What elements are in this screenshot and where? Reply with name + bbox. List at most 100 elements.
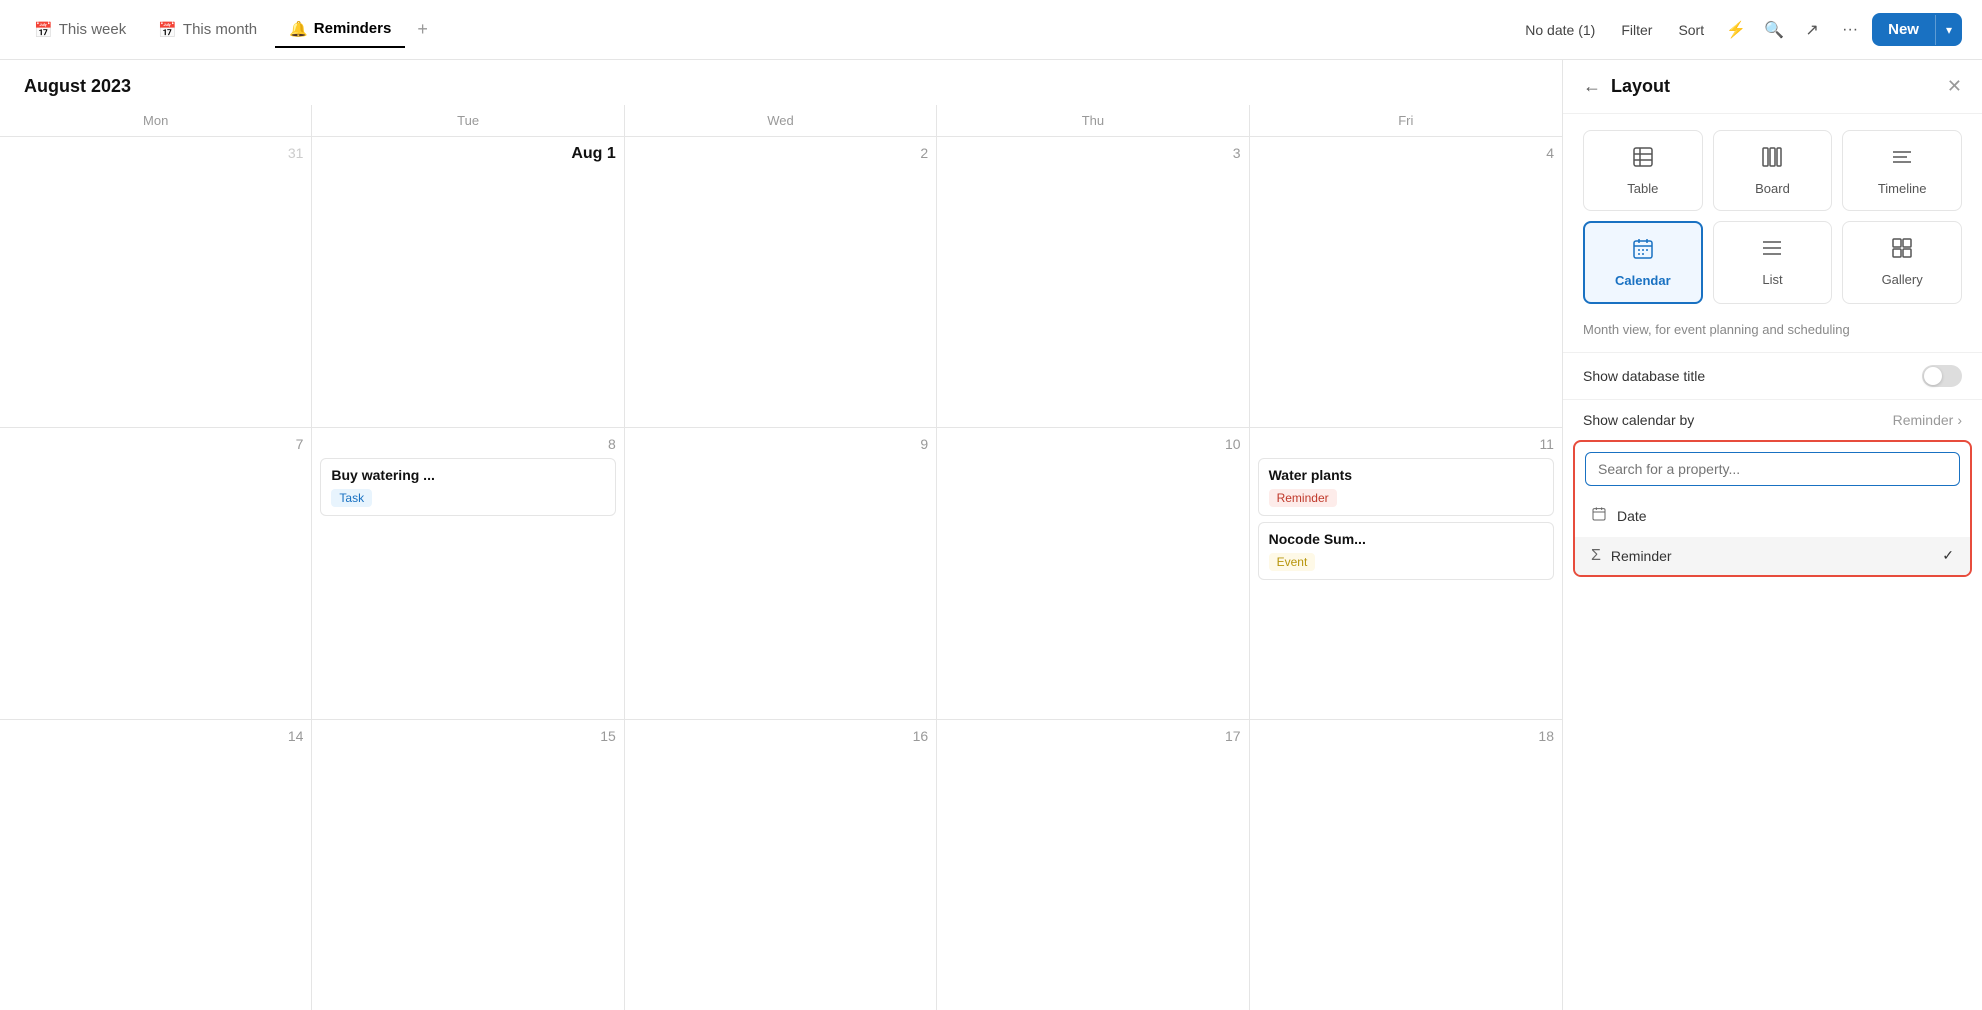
sort-button[interactable]: Sort	[1668, 16, 1714, 44]
layout-option-list[interactable]: List	[1713, 221, 1833, 304]
cell-date: 10	[945, 436, 1240, 452]
cell-date: 15	[320, 728, 615, 744]
tab-this-month[interactable]: 📅 This month	[144, 13, 271, 47]
filter-button[interactable]: Filter	[1611, 16, 1662, 44]
show-db-title-toggle[interactable]	[1922, 365, 1962, 387]
day-header-fri: Fri	[1250, 105, 1562, 136]
cell-date: 16	[633, 728, 928, 744]
reminders-icon: 🔔	[289, 20, 308, 38]
event-card-nocode-sum[interactable]: Nocode Sum... Event	[1258, 522, 1554, 580]
timeline-label: Timeline	[1878, 181, 1927, 196]
calendar-main: August 2023 Mon Tue Wed Thu Fri 31 Aug 1	[0, 60, 1562, 1010]
layout-panel: ← Layout ✕ Table Board	[1562, 60, 1982, 1010]
tab-reminders[interactable]: 🔔 Reminders	[275, 12, 405, 48]
layout-option-timeline[interactable]: Timeline	[1842, 130, 1962, 211]
flash-icon: ⚡	[1726, 20, 1746, 40]
layout-option-board[interactable]: Board	[1713, 130, 1833, 211]
calendar-cell-2[interactable]: 2	[625, 137, 937, 427]
calendar-row-1: 31 Aug 1 2 3 4	[0, 137, 1562, 428]
day-header-mon: Mon	[0, 105, 312, 136]
top-bar: 📅 This week 📅 This month 🔔 Reminders + N…	[0, 0, 1982, 60]
new-button-arrow[interactable]: ▾	[1935, 15, 1962, 45]
filter-label: Filter	[1621, 22, 1652, 38]
calendar-header: August 2023	[0, 60, 1562, 105]
search-icon: 🔍	[1764, 20, 1784, 40]
calendar-cell-11[interactable]: 11 Water plants Reminder Nocode Sum... E…	[1250, 428, 1562, 718]
calendar-icon	[1631, 237, 1655, 267]
show-calendar-by-value[interactable]: Reminder ›	[1893, 412, 1962, 428]
event-tag: Reminder	[1269, 489, 1337, 507]
property-search-input[interactable]	[1585, 452, 1960, 486]
event-card-water-plants[interactable]: Water plants Reminder	[1258, 458, 1554, 516]
layout-option-table[interactable]: Table	[1583, 130, 1703, 211]
show-calendar-dropdown: Date Σ Reminder ✓	[1573, 440, 1972, 577]
calendar-cell-4[interactable]: 4	[1250, 137, 1562, 427]
layout-options-grid: Table Board Timeline Calendar	[1563, 114, 1982, 320]
add-tab-button[interactable]: +	[409, 15, 436, 44]
cell-date: 18	[1258, 728, 1554, 744]
event-tag: Event	[1269, 553, 1316, 571]
panel-header-left: ← Layout	[1583, 76, 1670, 97]
cell-date: 2	[633, 145, 928, 161]
calendar-month: August 2023	[24, 76, 131, 96]
list-label: List	[1762, 272, 1782, 287]
gallery-label: Gallery	[1882, 272, 1923, 287]
calendar-cell-18[interactable]: 18	[1250, 720, 1562, 1010]
chevron-right-icon: ›	[1957, 412, 1962, 428]
cell-date: 8	[320, 436, 615, 452]
event-card-buy-watering[interactable]: Buy watering ... Task	[320, 458, 615, 516]
no-date-button[interactable]: No date (1)	[1515, 16, 1605, 44]
show-calendar-by-row[interactable]: Show calendar by Reminder ›	[1563, 399, 1982, 440]
calendar-cell-aug1[interactable]: Aug 1	[312, 137, 624, 427]
cell-date: 7	[8, 436, 303, 452]
event-title: Buy watering ...	[331, 467, 604, 483]
arrow-button[interactable]: ↗	[1796, 14, 1828, 46]
tab-this-week[interactable]: 📅 This week	[20, 13, 140, 47]
cell-date: 11	[1258, 436, 1554, 452]
day-header-thu: Thu	[937, 105, 1249, 136]
calendar-cell-10[interactable]: 10	[937, 428, 1249, 718]
sigma-icon: Σ	[1591, 547, 1601, 565]
list-icon	[1760, 236, 1784, 266]
layout-option-gallery[interactable]: Gallery	[1842, 221, 1962, 304]
reminder-option-label: Reminder	[1611, 548, 1672, 564]
calendar-cell-7[interactable]: 7	[0, 428, 312, 718]
calendar-layout-label: Calendar	[1615, 273, 1671, 288]
new-button[interactable]: New ▾	[1872, 13, 1962, 46]
calendar-row-2: 7 8 Buy watering ... Task 9 10	[0, 428, 1562, 719]
this-month-label: This month	[183, 21, 257, 38]
layout-option-calendar[interactable]: Calendar	[1583, 221, 1703, 304]
calendar-cell-14[interactable]: 14	[0, 720, 312, 1010]
cell-date: 14	[8, 728, 303, 744]
calendar-cell-9[interactable]: 9	[625, 428, 937, 718]
day-header-wed: Wed	[625, 105, 937, 136]
calendar-cell-3[interactable]: 3	[937, 137, 1249, 427]
calendar-cell-15[interactable]: 15	[312, 720, 624, 1010]
cell-date: 17	[945, 728, 1240, 744]
this-week-label: This week	[59, 21, 127, 38]
panel-back-button[interactable]: ←	[1583, 76, 1601, 97]
new-button-label[interactable]: New	[1872, 13, 1935, 46]
dropdown-item-reminder[interactable]: Σ Reminder ✓	[1575, 537, 1970, 575]
date-icon	[1591, 506, 1607, 527]
cell-date: 4	[1258, 145, 1554, 161]
calendar-cell-17[interactable]: 17	[937, 720, 1249, 1010]
cell-date: 9	[633, 436, 928, 452]
calendar-cell-8[interactable]: 8 Buy watering ... Task	[312, 428, 624, 718]
calendar-cell-31[interactable]: 31	[0, 137, 312, 427]
day-header-tue: Tue	[312, 105, 624, 136]
timeline-icon	[1890, 145, 1914, 175]
search-button[interactable]: 🔍	[1758, 14, 1790, 46]
calendar-row-3: 14 15 16 17 18	[0, 720, 1562, 1010]
calendar-cell-16[interactable]: 16	[625, 720, 937, 1010]
panel-header: ← Layout ✕	[1563, 60, 1982, 114]
flash-button[interactable]: ⚡	[1720, 14, 1752, 46]
dropdown-item-date[interactable]: Date	[1575, 496, 1970, 537]
board-icon	[1760, 145, 1784, 175]
show-db-title-row: Show database title	[1563, 352, 1982, 399]
show-db-title-label: Show database title	[1583, 368, 1705, 384]
show-calendar-by-label: Show calendar by	[1583, 412, 1694, 428]
panel-close-button[interactable]: ✕	[1947, 76, 1962, 97]
board-label: Board	[1755, 181, 1790, 196]
more-button[interactable]: ···	[1834, 14, 1866, 46]
